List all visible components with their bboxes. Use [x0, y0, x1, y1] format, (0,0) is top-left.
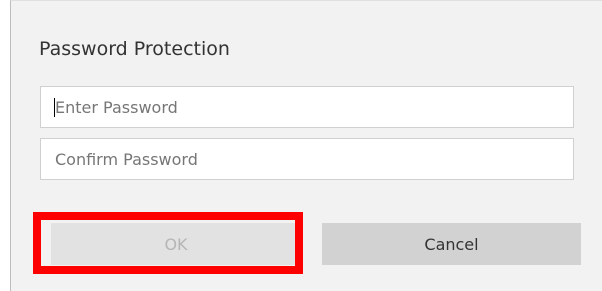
- enter-password-input[interactable]: [41, 87, 573, 127]
- confirm-password-input[interactable]: [41, 139, 573, 179]
- password-protection-dialog: Password Protection OK Cancel: [10, 0, 602, 291]
- text-caret: [54, 98, 55, 117]
- cancel-button[interactable]: Cancel: [322, 223, 581, 265]
- enter-password-field-box[interactable]: [40, 86, 574, 128]
- dialog-title: Password Protection: [39, 38, 230, 60]
- confirm-password-field-box[interactable]: [40, 138, 574, 180]
- ok-button[interactable]: OK: [51, 223, 301, 265]
